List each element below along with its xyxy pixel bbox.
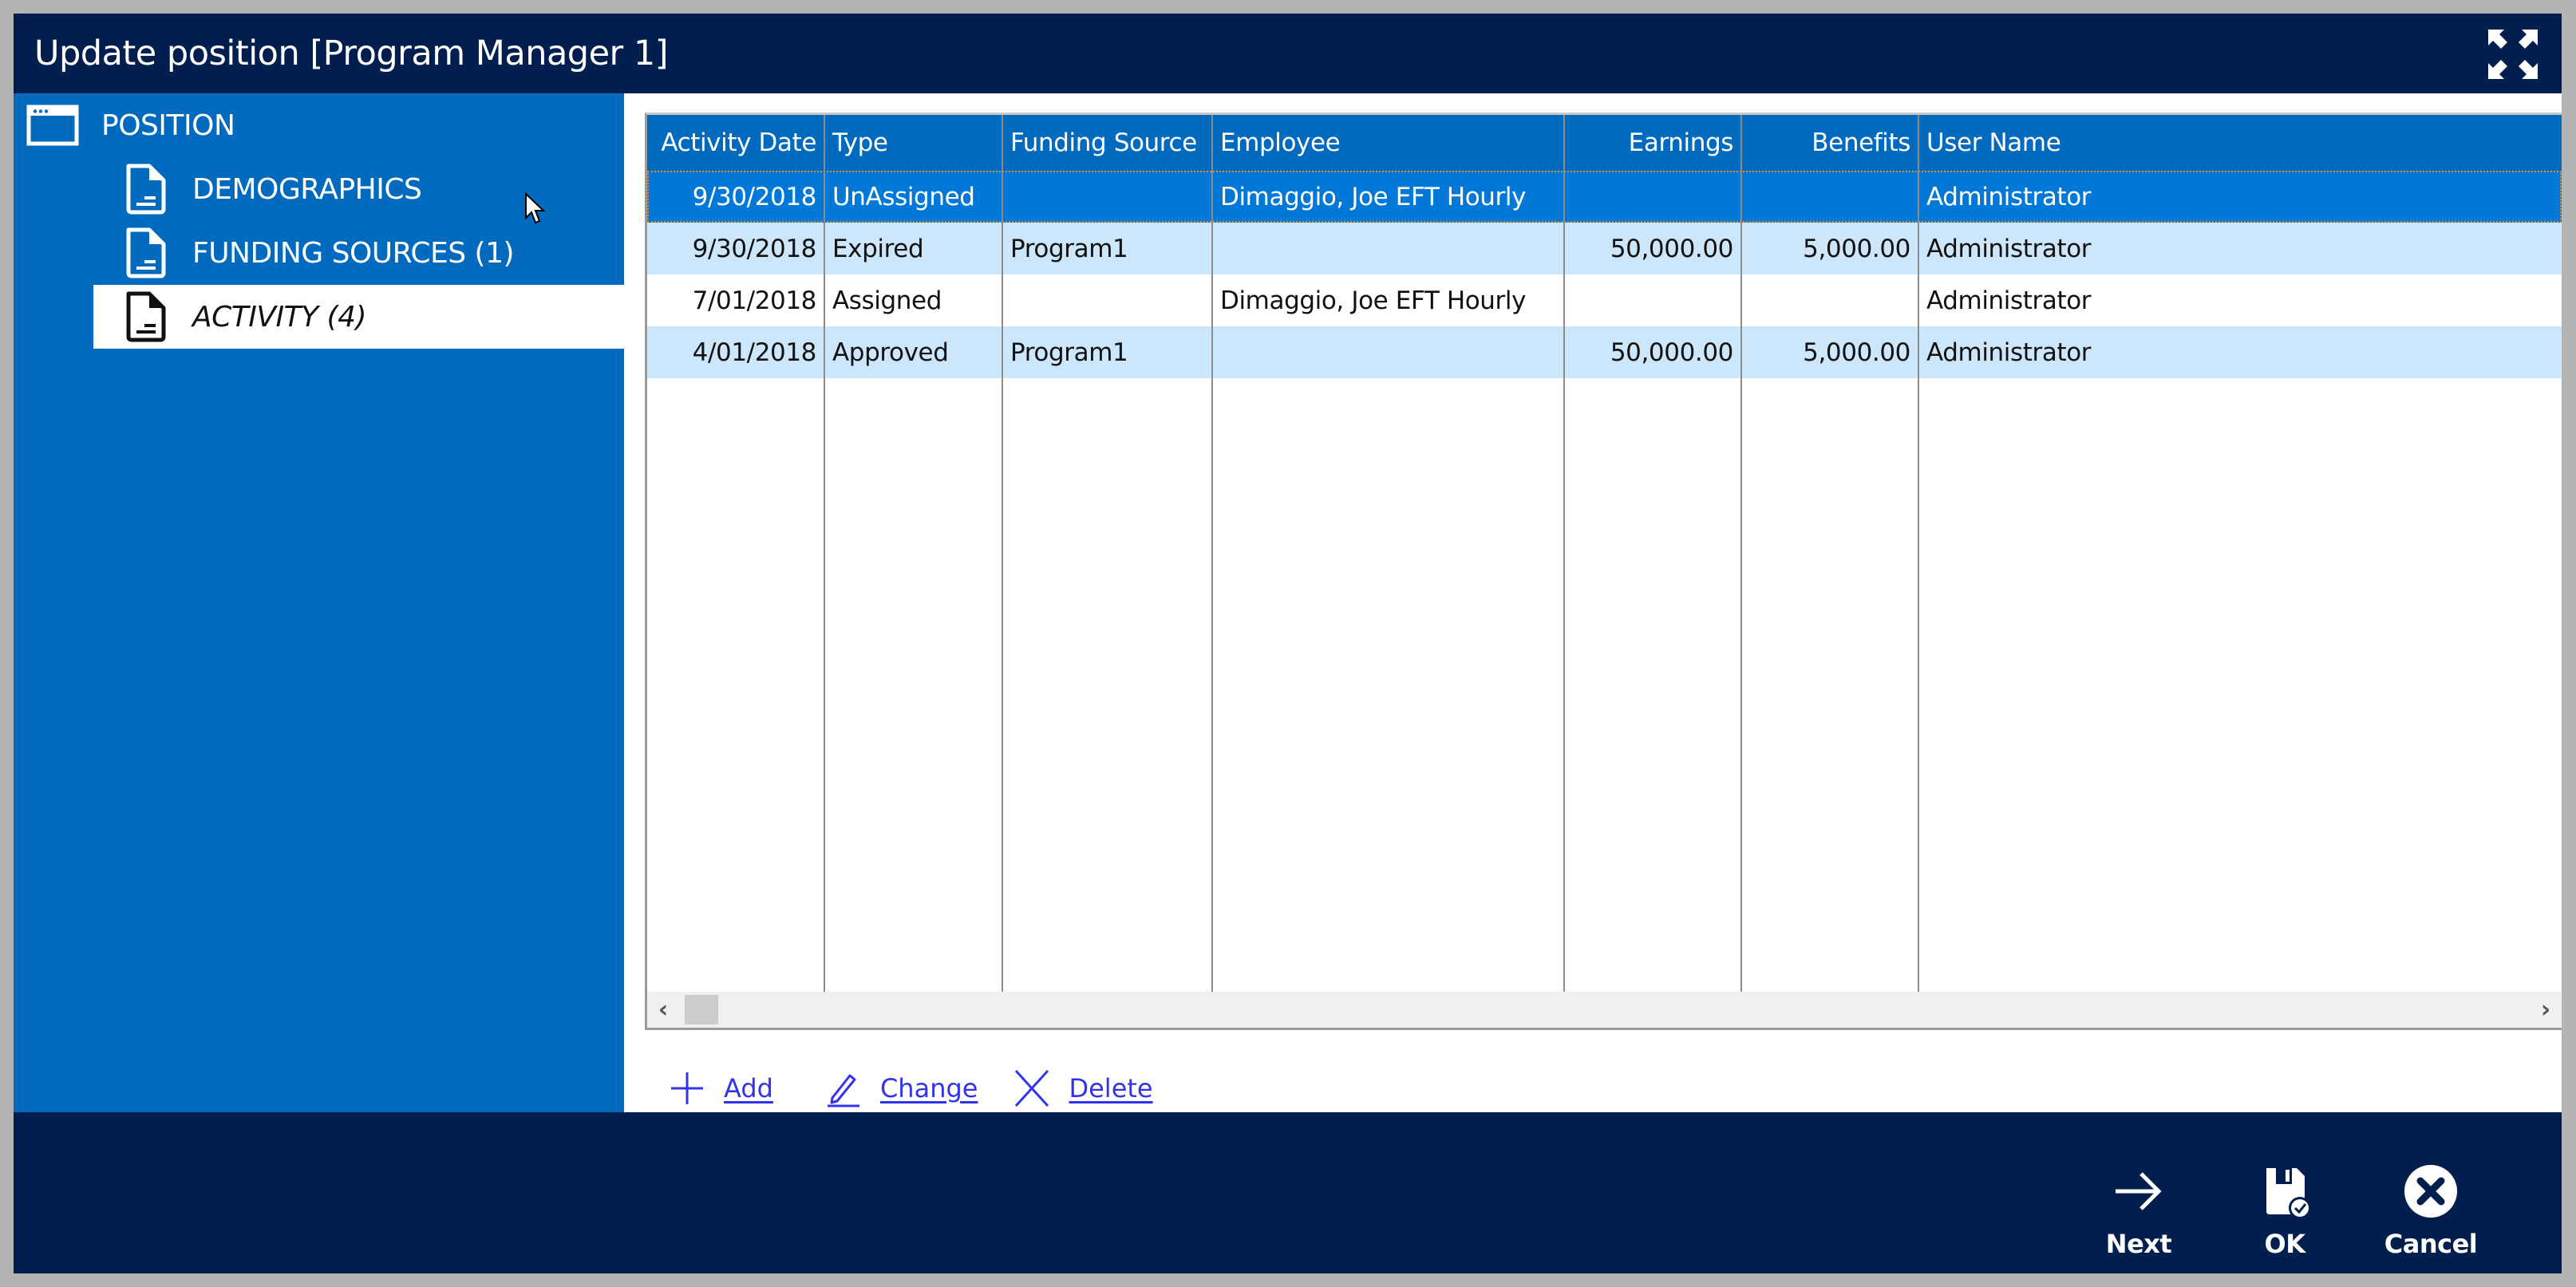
table-row[interactable]: 9/30/2018 UnAssigned Dimaggio, Joe EFT H… <box>647 171 2562 223</box>
sidebar-item-label: POSITION <box>101 109 235 142</box>
sidebar-item-position[interactable]: POSITION <box>26 93 617 157</box>
cell-benefits <box>1741 274 1918 326</box>
expand-arrows-icon <box>2488 30 2538 79</box>
column-header-benefits[interactable]: Benefits <box>1741 115 1918 171</box>
grid-actions-toolbar: Add Change Delete <box>668 1063 1188 1114</box>
cell-user-name: Administrator <box>1926 338 2092 367</box>
cell-benefits <box>1741 171 1918 223</box>
column-header-activity-date[interactable]: Activity Date <box>647 115 824 171</box>
scroll-right-button[interactable]: › <box>2530 992 2562 1028</box>
cell-funding-source: Program1 <box>1010 338 1128 367</box>
scroll-left-button[interactable]: ‹ <box>647 992 679 1028</box>
next-button[interactable]: Next <box>2079 1162 2199 1259</box>
column-header-employee[interactable]: Employee <box>1212 115 1564 171</box>
activity-grid: Activity Date Type Funding Source Employ… <box>645 113 2562 1030</box>
horizontal-scrollbar[interactable]: ‹ › <box>647 992 2562 1028</box>
cell-earnings: 50,000.00 <box>1610 338 1734 367</box>
x-icon <box>1015 1069 1049 1107</box>
cell-user-name: Administrator <box>1926 234 2092 263</box>
update-position-dialog: Update position [Program Manager 1] POSI… <box>14 14 2562 1273</box>
cell-type: Assigned <box>832 286 942 315</box>
add-button[interactable]: Add <box>668 1069 773 1107</box>
table-row[interactable]: 9/30/2018 Expired Program1 50,000.00 5,0… <box>647 223 2562 274</box>
cell-user-name: Administrator <box>1926 286 2092 315</box>
title-bar: Update position [Program Manager 1] <box>14 14 2562 93</box>
fullscreen-button[interactable] <box>2487 28 2539 81</box>
cell-type: UnAssigned <box>832 182 975 211</box>
cell-earnings: 50,000.00 <box>1610 234 1734 263</box>
cell-type: Approved <box>832 338 949 367</box>
cell-activity-date: 9/30/2018 <box>692 234 817 263</box>
cell-activity-date: 4/01/2018 <box>692 338 817 367</box>
cancel-circle-icon <box>2404 1165 2457 1218</box>
column-divider <box>1740 115 1742 994</box>
delete-label: Delete <box>1069 1073 1153 1103</box>
mouse-cursor-icon <box>525 192 546 224</box>
sidebar-item-label: FUNDING SOURCES (1) <box>192 236 515 270</box>
scrollbar-thumb[interactable] <box>685 995 718 1024</box>
sidebar-item-label: ACTIVITY (4) <box>192 300 367 334</box>
change-button[interactable]: Change <box>824 1069 978 1107</box>
cell-type: Expired <box>832 234 924 263</box>
sidebar-item-funding-sources[interactable]: FUNDING SOURCES (1) <box>93 221 624 285</box>
cancel-button[interactable]: Cancel <box>2371 1162 2491 1259</box>
dialog-body: POSITION DEMOGRAPHICS FUNDING SOURCES (1… <box>14 93 2562 1112</box>
dialog-title: Update position [Program Manager 1] <box>34 34 669 73</box>
ok-label: OK <box>2264 1229 2306 1259</box>
column-divider <box>1918 115 1919 994</box>
column-divider <box>824 115 825 994</box>
window-icon <box>26 105 79 146</box>
cell-benefits: 5,000.00 <box>1803 338 1910 367</box>
document-icon <box>126 164 166 215</box>
cell-funding-source: Program1 <box>1010 234 1128 263</box>
cell-user-name: Administrator <box>1926 182 2092 211</box>
delete-button[interactable]: Delete <box>1013 1069 1153 1107</box>
column-divider <box>1563 115 1565 994</box>
cell-employee <box>1212 326 1564 378</box>
cell-employee: Dimaggio, Joe EFT Hourly <box>1220 182 1527 211</box>
sidebar-item-label: DEMOGRAPHICS <box>192 172 422 206</box>
sidebar-item-activity[interactable]: ACTIVITY (4) <box>93 285 624 349</box>
cell-activity-date: 7/01/2018 <box>692 286 817 315</box>
column-divider <box>1211 115 1213 994</box>
document-icon <box>126 227 166 278</box>
column-header-funding-source[interactable]: Funding Source <box>1002 115 1212 171</box>
add-label: Add <box>724 1073 773 1103</box>
cell-benefits: 5,000.00 <box>1803 234 1910 263</box>
column-header-user-name[interactable]: User Name <box>1918 115 2562 171</box>
cell-earnings <box>1564 171 1741 223</box>
cell-funding-source <box>1002 274 1212 326</box>
cell-employee: Dimaggio, Joe EFT Hourly <box>1220 286 1527 315</box>
cell-employee <box>1212 223 1564 274</box>
sidebar: POSITION DEMOGRAPHICS FUNDING SOURCES (1… <box>14 93 624 1112</box>
document-icon <box>126 291 166 342</box>
save-check-icon <box>2266 1168 2311 1219</box>
ok-button[interactable]: OK <box>2225 1162 2345 1259</box>
arrow-right-icon <box>2116 1172 2162 1210</box>
cell-activity-date: 9/30/2018 <box>692 182 817 211</box>
grid-header: Activity Date Type Funding Source Employ… <box>647 115 2562 171</box>
pencil-icon <box>827 1074 859 1107</box>
column-header-type[interactable]: Type <box>824 115 1002 171</box>
table-row[interactable]: 4/01/2018 Approved Program1 50,000.00 5,… <box>647 326 2562 378</box>
plus-icon <box>671 1072 703 1104</box>
cell-earnings <box>1564 274 1741 326</box>
table-row[interactable]: 7/01/2018 Assigned Dimaggio, Joe EFT Hou… <box>647 274 2562 326</box>
dialog-footer: Next OK Cancel <box>14 1112 2562 1273</box>
cell-funding-source <box>1002 171 1212 223</box>
next-label: Next <box>2105 1229 2172 1259</box>
column-divider <box>1002 115 1003 994</box>
cancel-label: Cancel <box>2384 1229 2478 1259</box>
change-label: Change <box>879 1073 978 1103</box>
column-header-earnings[interactable]: Earnings <box>1564 115 1741 171</box>
